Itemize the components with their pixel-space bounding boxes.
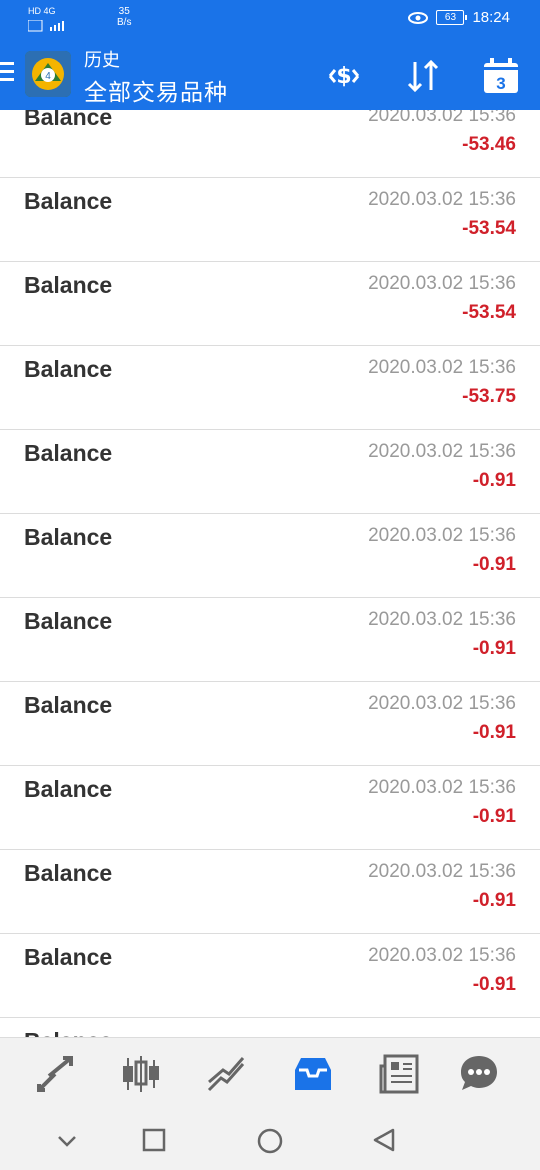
network-speed: 35 B/s — [117, 6, 131, 28]
operation-time: 2020.03.02 15:36 — [368, 609, 516, 630]
list-item[interactable]: Balance 2020.03.02 15:36 -53.46 — [0, 110, 540, 178]
calendar-icon[interactable]: 3 — [481, 56, 521, 96]
list-item[interactable]: Balance 2020.03.02 15:36 -0.91 — [0, 934, 540, 1018]
operation-time: 2020.03.02 15:36 — [368, 110, 516, 126]
operation-time: 2020.03.02 15:36 — [368, 357, 516, 378]
home-icon[interactable] — [256, 1127, 284, 1155]
operation-profit: -0.91 — [472, 806, 516, 827]
operation-profit: -53.54 — [462, 302, 516, 323]
list-item[interactable]: Balance 2020.03.02 15:36 -0.91 — [0, 850, 540, 934]
battery-level: 63 — [444, 12, 457, 23]
operation-profit: -0.91 — [472, 890, 516, 911]
operation-profit: -0.91 — [472, 638, 516, 659]
speed-value: 35 — [118, 6, 130, 17]
quotes-candles-icon[interactable] — [119, 1052, 163, 1096]
operation-type: Balance — [24, 356, 113, 382]
signal-text: HD 4G — [28, 6, 56, 16]
list-item[interactable]: Balance 2020.03.02 15:36 -0.91 — [0, 430, 540, 514]
operation-profit: -0.91 — [472, 722, 516, 743]
system-nav — [0, 1110, 540, 1170]
operation-type: Balance — [24, 944, 113, 970]
operation-time: 2020.03.02 15:36 — [368, 777, 516, 798]
list-item[interactable]: Balance 2020.03.02 15:36 -0.91 — [0, 766, 540, 850]
operation-type: Balance — [24, 440, 113, 466]
recent-apps-icon[interactable] — [142, 1128, 166, 1152]
operation-time: 2020.03.02 15:36 — [368, 525, 516, 546]
operation-profit: -53.46 — [462, 134, 516, 155]
history-list[interactable]: Balance 2020.03.02 15:36 -53.46 Balance … — [0, 110, 540, 1037]
operation-type: Balance — [24, 524, 113, 550]
list-item[interactable]: Balance 2020.03.02 15:36 -0.91 — [0, 514, 540, 598]
news-icon[interactable] — [377, 1052, 421, 1096]
symbol-filter[interactable]: 全部交易品种 — [84, 73, 228, 107]
status-bar: HD 4G 35 B/s 63 18:24 — [0, 0, 540, 38]
operation-time: 2020.03.02 15:36 — [368, 945, 516, 966]
chat-icon[interactable] — [457, 1052, 501, 1096]
trade-icon[interactable] — [33, 1052, 77, 1096]
operation-type: Balance — [24, 110, 113, 130]
deposit-withdraw-icon[interactable]: $ — [324, 56, 364, 96]
eye-icon — [408, 11, 429, 24]
operation-time: 2020.03.02 15:36 — [368, 189, 516, 210]
history-inbox-icon[interactable] — [291, 1052, 335, 1096]
collapse-icon[interactable] — [56, 1129, 78, 1151]
app-header: 4 历史 全部交易品种 $ 3 — [0, 38, 540, 110]
page-title: 历史 — [84, 50, 120, 70]
operation-profit: -53.54 — [462, 218, 516, 239]
list-item[interactable]: Balance — [0, 1018, 540, 1037]
operation-type: Balance — [24, 692, 113, 718]
calendar-day: 3 — [496, 74, 505, 93]
back-icon[interactable] — [371, 1127, 397, 1153]
bottom-nav — [0, 1037, 540, 1111]
operation-time: 2020.03.02 15:36 — [368, 861, 516, 882]
signal-indicator: HD 4G — [28, 6, 64, 32]
operation-profit: -53.75 — [462, 386, 516, 407]
metatrader-logo-icon: 4 — [25, 51, 71, 97]
operation-time: 2020.03.02 15:36 — [368, 273, 516, 294]
speed-unit: B/s — [117, 17, 132, 28]
operation-profit: -0.91 — [472, 554, 516, 575]
clock: 18:24 — [472, 9, 510, 26]
operation-time: 2020.03.02 15:36 — [368, 693, 516, 714]
operation-profit: -0.91 — [472, 974, 516, 995]
operation-profit: -0.91 — [472, 470, 516, 491]
operation-type: Balance — [24, 860, 113, 886]
menu-icon[interactable] — [0, 62, 14, 84]
operation-type: Balance — [24, 1028, 112, 1037]
sort-icon[interactable] — [403, 56, 443, 96]
list-item[interactable]: Balance 2020.03.02 15:36 -53.54 — [0, 178, 540, 262]
status-right: 63 18:24 — [408, 9, 510, 26]
operation-type: Balance — [24, 188, 113, 214]
operation-type: Balance — [24, 776, 113, 802]
list-item[interactable]: Balance 2020.03.02 15:36 -53.75 — [0, 346, 540, 430]
list-item[interactable]: Balance 2020.03.02 15:36 -53.54 — [0, 262, 540, 346]
operation-time: 2020.03.02 15:36 — [368, 441, 516, 462]
operation-type: Balance — [24, 608, 113, 634]
operation-type: Balance — [24, 272, 113, 298]
chart-icon[interactable] — [205, 1052, 249, 1096]
battery-icon: 63 — [436, 10, 468, 25]
signal-bars-icon — [28, 20, 64, 32]
list-item[interactable]: Balance 2020.03.02 15:36 -0.91 — [0, 598, 540, 682]
list-item[interactable]: Balance 2020.03.02 15:36 -0.91 — [0, 682, 540, 766]
svg-text:$: $ — [336, 64, 351, 89]
svg-text:4: 4 — [45, 71, 51, 82]
app-logo: 4 — [25, 51, 71, 97]
